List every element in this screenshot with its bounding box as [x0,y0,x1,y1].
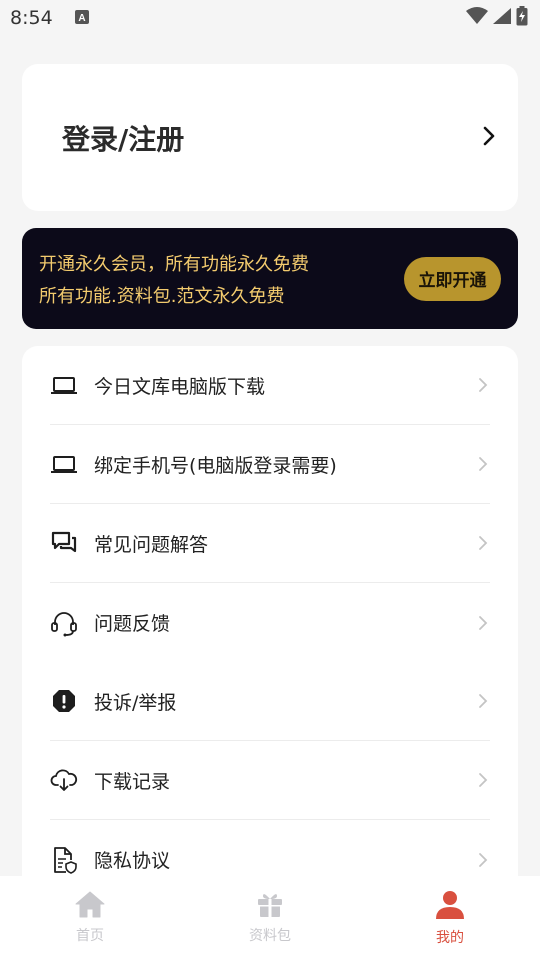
cellular-signal-icon [492,7,512,29]
cloud-download-icon [50,766,78,794]
menu-item-pc-download[interactable]: 今日文库电脑版下载 [50,346,490,425]
alert-octagon-icon [50,687,78,715]
home-icon [75,890,105,922]
menu-item-label: 绑定手机号(电脑版登录需要) [94,454,337,477]
bottom-navigation: 首页 资料包 我的 [0,876,540,960]
menu-item-label: 下载记录 [94,770,171,793]
gift-icon [255,890,285,922]
login-register-title: 登录/注册 [62,122,185,156]
status-time: 8:54 [10,7,53,29]
login-register-card[interactable]: 登录/注册 [22,64,518,211]
person-icon [435,890,465,924]
menu-card: 今日文库电脑版下载 绑定手机号(电脑版登录需要) 常见问题解答 问题反馈 投诉/… [22,346,518,906]
status-bar: 8:54 A [0,0,540,36]
chevron-right-icon [476,533,490,553]
menu-item-label: 隐私协议 [94,850,171,872]
menu-item-label: 投诉/举报 [94,691,177,714]
wifi-icon [466,7,488,29]
tab-label: 我的 [436,930,464,946]
menu-item-label: 问题反馈 [94,613,171,635]
headset-icon [50,609,78,637]
privacy-document-icon [50,846,78,874]
menu-item-label: 常见问题解答 [94,533,209,556]
chevron-right-icon [476,850,490,870]
chevron-right-icon [476,613,490,633]
menu-item-bind-phone[interactable]: 绑定手机号(电脑版登录需要) [50,425,490,504]
vip-line-2: 所有功能.资料包.范文永久免费 [39,285,285,307]
chevron-right-icon [476,454,490,474]
battery-charging-icon [516,6,528,30]
tab-mine[interactable]: 我的 [360,876,540,960]
tab-label: 首页 [76,928,104,944]
menu-item-feedback[interactable]: 问题反馈 [50,583,490,662]
menu-item-report[interactable]: 投诉/举报 [50,662,490,741]
svg-text:A: A [78,13,85,24]
keyboard-notification-icon: A [74,9,89,28]
chevron-right-icon [476,375,490,395]
chevron-right-icon [482,125,496,151]
tab-home[interactable]: 首页 [0,876,180,960]
menu-item-faq[interactable]: 常见问题解答 [50,504,490,583]
tab-resource-pack[interactable]: 资料包 [180,876,360,960]
laptop-icon [50,450,78,478]
chat-bubbles-icon [50,529,78,557]
menu-item-label: 今日文库电脑版下载 [94,375,266,398]
tab-label: 资料包 [249,928,291,944]
vip-line-1: 开通永久会员，所有功能永久免费 [39,253,309,275]
chevron-right-icon [476,691,490,711]
vip-text: 开通永久会员，所有功能永久免费 所有功能.资料包.范文永久免费 [39,250,309,308]
vip-membership-banner[interactable]: 开通永久会员，所有功能永久免费 所有功能.资料包.范文永久免费 立即开通 [22,228,518,329]
chevron-right-icon [476,770,490,790]
menu-item-download-history[interactable]: 下载记录 [50,741,490,820]
laptop-icon [50,371,78,399]
activate-now-button[interactable]: 立即开通 [404,256,501,301]
